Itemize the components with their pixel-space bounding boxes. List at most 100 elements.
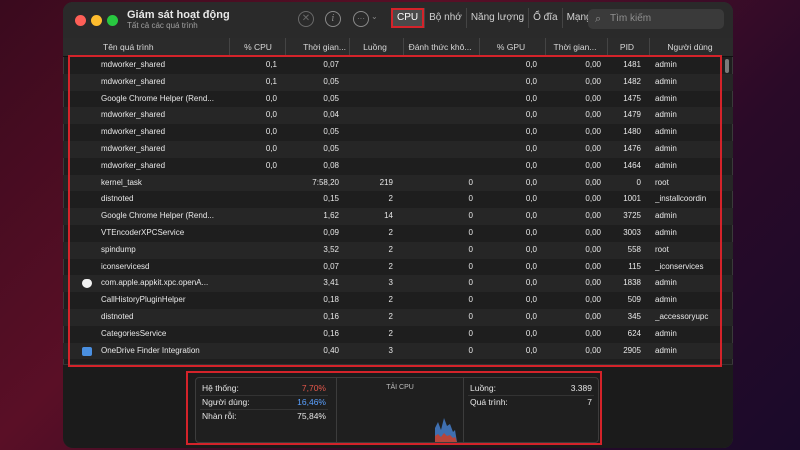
- stop-icon[interactable]: ✕: [298, 11, 314, 27]
- table-row[interactable]: kernel_task 7:58,20 219 0 0,0 0,00 0 root: [63, 174, 733, 192]
- cell-wakeups: 0: [468, 345, 473, 355]
- cell-pid: 1475: [623, 93, 641, 103]
- cell-wakeups: 0: [468, 311, 473, 321]
- cell-cpu: [229, 191, 277, 208]
- cell-gputime: 0,00: [585, 76, 601, 86]
- column-header-gpu[interactable]: % GPU: [479, 38, 542, 56]
- table-row[interactable]: com.apple.appkit.xpc.openA... 3,41 3 0 0,0 0,…: [63, 275, 733, 293]
- cell-name: CallHistoryPluginHelper: [101, 295, 186, 305]
- cell-name: mdworker_shared: [101, 110, 166, 120]
- cell-cpu: [229, 208, 277, 225]
- scrollbar-thumb[interactable]: [725, 59, 729, 73]
- idle-value: 75,84%: [297, 411, 326, 421]
- table-row[interactable]: Google Chrome Helper (Rend... 1,62 14 0 0,0 0…: [63, 208, 733, 225]
- table-row[interactable]: Google Chrome Helper (Rend... 0,0 0,05 0,0 0…: [63, 91, 733, 108]
- table-row[interactable]: OneDrive Finder Integration 0,40 3 0 0,0 0,00…: [63, 342, 733, 360]
- column-header-cpu[interactable]: % CPU: [229, 38, 286, 56]
- cell-gputime: 0,00: [585, 345, 601, 355]
- cell-time: 0,40: [323, 345, 339, 355]
- cell-gpu: 0,0: [525, 311, 537, 321]
- cell-gpu: 0,0: [525, 194, 537, 204]
- cell-cpu: 0,1: [265, 76, 277, 86]
- cell-threads: 3: [388, 345, 393, 355]
- threads-stat: Luồng: 3.389: [468, 382, 594, 396]
- search-field[interactable]: ⌕ Tìm kiếm: [588, 9, 724, 29]
- cell-user: admin: [655, 211, 677, 221]
- cell-pid: 1001: [623, 194, 641, 204]
- column-header-gpu-time[interactable]: Thời gian...: [545, 38, 604, 56]
- table-row[interactable]: mdworker_shared 0,0 0,04 0,0 0,00 1479 admin: [63, 107, 733, 125]
- cell-gputime: 0,00: [585, 194, 601, 204]
- search-placeholder: Tìm kiếm: [610, 13, 652, 24]
- table-row[interactable]: mdworker_shared 0,0 0,05 0,0 0,00 1480 admin: [63, 124, 733, 141]
- cell-cpu: [229, 275, 277, 292]
- table-row[interactable]: VTEncoderXPCService 0,09 2 0 0,0 0,00 3003 admi…: [63, 225, 733, 242]
- table-row[interactable]: distnoted 0,16 2 0 0,0 0,00 345 _accessoryupc: [63, 308, 733, 326]
- cell-wakeups: [403, 57, 473, 74]
- cell-gpu: 0,0: [525, 93, 537, 103]
- tab-energy[interactable]: Năng lượng: [465, 8, 528, 28]
- table-row[interactable]: iconservicesd 0,07 2 0 0,0 0,00 115 _iconservic…: [63, 259, 733, 276]
- cell-cpu: 0,0: [265, 127, 277, 137]
- cell-user: _accessoryupc: [655, 311, 709, 321]
- activity-monitor-window: Giám sát hoạt động Tất cả các quá trình …: [63, 2, 733, 448]
- table-row[interactable]: mdworker_shared 0,0 0,08 0,0 0,00 1464 admin: [63, 158, 733, 175]
- tab-cpu[interactable]: CPU: [391, 8, 425, 28]
- column-header-pid[interactable]: PID: [607, 38, 646, 56]
- cell-pid: 558: [627, 244, 641, 254]
- column-header-cpu-time[interactable]: Thời gian...: [285, 38, 350, 56]
- cell-time: 0,15: [323, 194, 339, 204]
- cell-name: mdworker_shared: [101, 160, 166, 170]
- cell-pid: 3003: [623, 227, 641, 237]
- cell-threads: [349, 158, 393, 175]
- more-icon[interactable]: ···: [353, 11, 369, 27]
- info-icon[interactable]: i: [325, 11, 341, 27]
- zoom-window-button[interactable]: [107, 15, 118, 26]
- cell-time: 0,16: [323, 311, 339, 321]
- table-row[interactable]: mdworker_shared 0,0 0,05 0,0 0,00 1476 admin: [63, 140, 733, 158]
- cell-time: 0,05: [323, 143, 339, 153]
- cell-user: admin: [655, 60, 677, 69]
- table-row[interactable]: distnoted 0,15 2 0 0,0 0,00 1001 _installcoordi…: [63, 191, 733, 208]
- cell-gpu: 0,0: [525, 177, 537, 187]
- window-title: Giám sát hoạt động: [127, 9, 230, 21]
- minimize-window-button[interactable]: [91, 15, 102, 26]
- cell-threads: 2: [388, 295, 393, 305]
- cell-time: 0,05: [323, 76, 339, 86]
- cell-gpu: 0,0: [525, 278, 537, 288]
- cell-gputime: 0,00: [585, 295, 601, 305]
- table-row[interactable]: CallHistoryPluginHelper 0,18 2 0 0,0 0,00 509 a…: [63, 292, 733, 309]
- cell-time: 0,04: [323, 110, 339, 120]
- tab-memory[interactable]: Bộ nhớ: [424, 8, 466, 28]
- column-header-threads[interactable]: Luồng: [349, 38, 400, 56]
- table-row[interactable]: mdworker_shared 0,1 0,05 0,0 0,00 1482 admin: [63, 73, 733, 91]
- cell-pid: 2905: [623, 345, 641, 355]
- cell-cpu: 0,0: [265, 110, 277, 120]
- cell-gputime: 0,00: [585, 110, 601, 120]
- close-window-button[interactable]: [75, 15, 86, 26]
- tab-disk[interactable]: Ổ đĩa: [528, 8, 561, 28]
- cell-pid: 1476: [623, 143, 641, 153]
- cell-time: 0,18: [323, 295, 339, 305]
- cell-user: admin: [655, 160, 677, 170]
- search-icon: ⌕: [595, 13, 602, 25]
- column-header-name[interactable]: Tên quá trình: [103, 38, 223, 56]
- cell-time: 0,05: [323, 93, 339, 103]
- chevron-down-icon[interactable]: ⌄: [371, 12, 378, 21]
- cell-gpu: 0,0: [525, 60, 537, 69]
- cell-wakeups: 0: [468, 211, 473, 221]
- cell-pid: 3725: [623, 211, 641, 221]
- window-subtitle[interactable]: Tất cả các quá trình: [127, 21, 198, 30]
- cell-cpu: [229, 225, 277, 242]
- cell-wakeups: 0: [468, 328, 473, 338]
- column-header-user[interactable]: Người dùng: [649, 38, 730, 56]
- user-stat: Người dùng: 16,46%: [200, 396, 328, 410]
- cell-user: admin: [655, 345, 677, 355]
- cell-threads: 2: [388, 244, 393, 254]
- table-row[interactable]: mdworker_shared 0,1 0,07 0,0 0,00 1481 admin: [63, 57, 733, 74]
- table-row[interactable]: spindump 3,52 2 0 0,0 0,00 558 root: [63, 241, 733, 259]
- column-header-idle-wakeups[interactable]: Đánh thức khô...: [403, 38, 476, 56]
- table-header: Tên quá trình % CPU Thời gian... Luồng Đ…: [63, 38, 733, 57]
- table-row[interactable]: CategoriesService 0,16 2 0 0,0 0,00 624 admin: [63, 326, 733, 343]
- cell-name: spindump: [101, 244, 136, 254]
